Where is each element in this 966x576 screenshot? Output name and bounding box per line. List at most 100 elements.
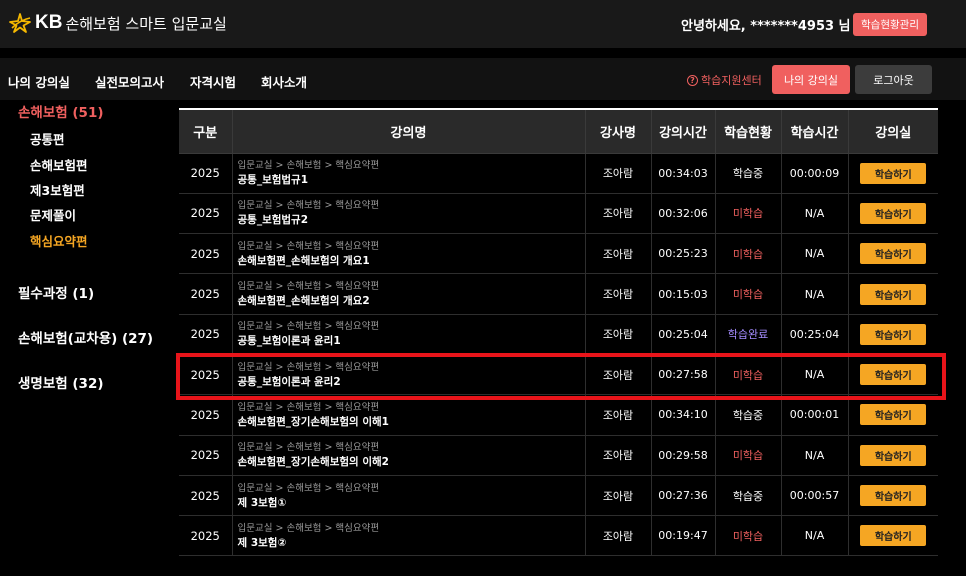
start-learning-button[interactable]: 학습하기 (860, 364, 927, 386)
cell-instructor: 조아람 (585, 394, 652, 436)
cell-study-time: 00:00:57 (781, 475, 849, 517)
table-row: 2025 입문교실 > 손해보험 > 핵심요약편 공통_보험법규2 조아람 00:32:… (179, 193, 938, 235)
cell-action: 학습하기 (848, 515, 938, 557)
cell-lecture[interactable]: 입문교실 > 손해보험 > 핵심요약편 공통_보험이론과 윤리1 (232, 314, 586, 355)
header-lecture-name: 강의명 (232, 110, 586, 154)
cell-lecture[interactable]: 입문교실 > 손해보험 > 핵심요약편손해보험편_장기손해보험의 이해1 (232, 394, 586, 436)
start-learning-button[interactable]: 학습하기 (860, 283, 927, 305)
start-learning-button[interactable]: 학습하기 (860, 162, 927, 184)
logout-button[interactable]: 로그아웃 (855, 65, 932, 94)
table-row: 2025 입문교실 > 손해보험 > 핵심요약편 제 3보험① 조아람 00:27:36… (179, 475, 938, 517)
kb-logo[interactable]: KB 손해보험 스마트 입문교실 (8, 12, 227, 34)
header-year: 구분 (179, 110, 233, 154)
start-learning-button[interactable]: 학습하기 (860, 485, 927, 507)
cell-duration: 00:15:03 (651, 273, 716, 315)
sidebar-category-nonlife-cross[interactable]: 손해보험(교차용) (27) (18, 327, 153, 347)
cell-instructor: 조아람 (585, 435, 652, 476)
help-center-label: 학습지원센터 (701, 74, 762, 87)
study-status-button[interactable]: 학습현황관리 (853, 13, 927, 36)
cell-lecture[interactable]: 입문교실 > 손해보험 > 핵심요약편 공통_보험법규1 (232, 153, 586, 194)
cell-lecture[interactable]: 입문교실 > 손해보험 > 핵심요약편 공통_보험법규2 (232, 193, 586, 235)
start-learning-button[interactable]: 학습하기 (860, 202, 927, 224)
lecture-breadcrumb: 입문교실 > 손해보험 > 핵심요약편 (237, 401, 380, 413)
sidebar-category-life[interactable]: 생명보험 (32) (18, 372, 104, 392)
user-greeting: 안녕하세요, *******4953 님 | (681, 19, 860, 34)
cell-study-time: N/A (781, 354, 849, 396)
lecture-table: 구분 강의명 강사명 강의시간 학습현황 학습시간 강의실 2025 입문교실 >… (179, 108, 938, 557)
lecture-title[interactable]: 손해보험편_손해보험의 개요1 (238, 254, 585, 268)
lecture-title[interactable]: 손해보험편_장기손해보험의 이해2 (238, 455, 585, 469)
my-lecture-button[interactable]: 나의 강의실 (772, 65, 850, 94)
sidebar-item-core-summary[interactable]: 핵심요약편 (30, 231, 88, 250)
start-learning-button[interactable]: 학습하기 (860, 444, 927, 466)
cell-study-time: 00:00:09 (781, 153, 849, 194)
cell-action: 학습하기 (848, 273, 938, 315)
sidebar-category-required[interactable]: 필수과정 (1) (18, 282, 94, 302)
cell-year: 2025 (179, 314, 233, 355)
cell-lecture[interactable]: 입문교실 > 손해보험 > 핵심요약편공통_보험이론과 윤리2 (232, 354, 586, 396)
cell-action: 학습하기 (848, 314, 938, 355)
start-learning-button[interactable]: 학습하기 (860, 404, 927, 426)
start-learning-button[interactable]: 학습하기 (860, 243, 927, 265)
lecture-title[interactable]: 공통_보험법규1 (238, 173, 585, 187)
table-row: 2025 입문교실 > 손해보험 > 핵심요약편 손해보험편_장기손해보험의 이해1… (179, 394, 938, 436)
start-learning-button[interactable]: 학습하기 (860, 323, 927, 345)
lecture-title[interactable]: 손해보험편_장기손해보험의 이해1 (238, 415, 585, 429)
nav-company[interactable]: 회사소개 (261, 72, 307, 91)
cell-lecture[interactable]: 입문교실 > 손해보험 > 핵심요약편 손해보험편_장기손해보험의 이해2 (232, 435, 586, 476)
top-header: KB 손해보험 스마트 입문교실 안녕하세요, *******4953 님 | … (0, 0, 966, 48)
cell-lecture[interactable]: 입문교실 > 손해보험 > 핵심요약편 손해보험편_손해보험의 개요2 (232, 273, 586, 315)
lecture-title[interactable]: 제 3보험① (238, 496, 585, 510)
table-row: 2025 입문교실 > 손해보험 > 핵심요약편 공통_보험법규1 조아람 00:34:… (179, 153, 938, 194)
lecture-title[interactable]: 제 3보험② (238, 536, 585, 550)
cell-status: 미학습 (715, 273, 782, 315)
table-row: 2025 입문교실 > 손해보험 > 핵심요약편 손해보험편_손해보험의 개요2 조아… (179, 273, 938, 315)
cell-study-time: N/A (781, 515, 849, 557)
nav-my-lectures[interactable]: 나의 강의실 (8, 72, 70, 91)
lecture-breadcrumb: 입문교실 > 손해보험 > 핵심요약편 (237, 482, 380, 494)
lecture-breadcrumb: 입문교실 > 손해보험 > 핵심요약편 (237, 522, 380, 534)
cell-instructor: 조아람 (585, 314, 652, 355)
cell-lecture[interactable]: 입문교실 > 손해보험 > 핵심요약편 손해보험편_손해보험의 개요1 (232, 233, 586, 275)
sidebar-item-exercises[interactable]: 문제풀이 (30, 205, 76, 224)
cell-action: 학습하기 (848, 435, 938, 476)
cell-status: 미학습 (715, 193, 782, 235)
lecture-breadcrumb: 입문교실 > 손해보험 > 핵심요약편 (237, 361, 380, 373)
nav-certification[interactable]: 자격시험 (190, 72, 236, 91)
cell-action: 학습하기 (848, 354, 938, 396)
cell-lecture[interactable]: 입문교실 > 손해보험 > 핵심요약편제 3보험② (232, 515, 586, 557)
sidebar-category-nonlife[interactable]: 손해보험 (51) (18, 101, 104, 121)
cell-study-time: N/A (781, 193, 849, 235)
cell-lecture[interactable]: 입문교실 > 손해보험 > 핵심요약편제 3보험① (232, 475, 586, 517)
cell-status: 미학습 (715, 354, 782, 396)
sidebar-item-nonlife-edition[interactable]: 손해보험편 (30, 155, 88, 174)
lecture-title[interactable]: 손해보험편_손해보험의 개요2 (238, 294, 585, 308)
lecture-title[interactable]: 공통_보험이론과 윤리2 (238, 375, 585, 389)
cell-action: 학습하기 (848, 153, 938, 194)
start-learning-button[interactable]: 학습하기 (860, 525, 927, 547)
nav-mock-exam[interactable]: 실전모의고사 (95, 72, 164, 91)
cell-instructor: 조아람 (585, 515, 652, 557)
cell-year: 2025 (179, 515, 233, 557)
lecture-breadcrumb: 입문교실 > 손해보험 > 핵심요약편 (237, 321, 380, 333)
lecture-breadcrumb: 입문교실 > 손해보험 > 핵심요약편 (237, 442, 380, 454)
cell-duration: 00:25:23 (651, 233, 716, 275)
cell-instructor: 조아람 (585, 233, 652, 275)
cell-action: 학습하기 (848, 475, 938, 517)
cell-duration: 00:19:47 (651, 515, 716, 557)
table-row: 2025 입문교실 > 손해보험 > 핵심요약편 공통_보험이론과 윤리1 조아람 00… (179, 314, 938, 355)
cell-year: 2025 (179, 394, 233, 436)
lecture-breadcrumb: 입문교실 > 손해보험 > 핵심요약편 (237, 200, 380, 212)
cell-year: 2025 (179, 233, 233, 275)
cell-year: 2025 (179, 354, 233, 396)
cell-study-time: N/A (781, 273, 849, 315)
cell-instructor: 조아람 (585, 193, 652, 235)
sidebar-item-third-insurance[interactable]: 제3보험편 (30, 180, 85, 199)
lecture-title[interactable]: 공통_보험법규2 (238, 213, 585, 227)
cell-action: 학습하기 (848, 193, 938, 235)
table-row: 2025 입문교실 > 손해보험 > 핵심요약편 제 3보험② 조아람 00:19:47… (179, 515, 938, 557)
cell-duration: 00:27:36 (651, 475, 716, 517)
help-center-link[interactable]: ? 학습지원센터 (687, 72, 762, 88)
lecture-title[interactable]: 공통_보험이론과 윤리1 (238, 334, 585, 348)
sidebar-item-common[interactable]: 공통편 (30, 129, 65, 148)
